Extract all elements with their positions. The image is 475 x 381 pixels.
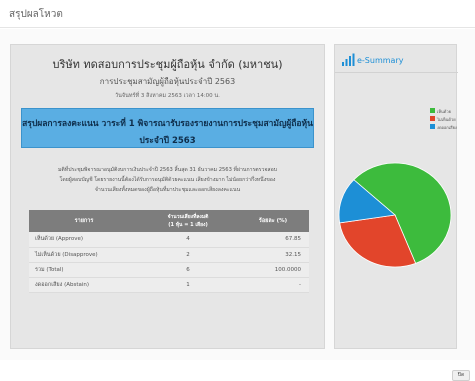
row-percent: 67.85: [237, 232, 309, 248]
modal-header: สรุปผลโหวต: [0, 0, 475, 28]
vote-results-table: รายการ จำนวนเสียงที่ลงมติ (1 หุ้น = 1 เส…: [29, 210, 309, 293]
row-percent: -: [237, 277, 309, 293]
row-votes: 4: [139, 232, 237, 248]
resolution-line-3: จำนวนเสียงทั้งหมดของผู้ถือหุ้นที่มาประชุ…: [94, 187, 241, 193]
table-row: รวม (Total) 6 100.0000: [29, 262, 309, 278]
close-button[interactable]: ปิด: [452, 370, 470, 381]
resolution-line-1: มติที่ประชุมพิจารณาอนุมัติงบการเงินประจำ…: [58, 167, 277, 173]
row-votes: 1: [139, 277, 237, 293]
header-votes-line-1: จำนวนเสียงที่ลงมติ: [167, 214, 209, 220]
header-percent: ร้อยละ (%): [237, 210, 309, 232]
e-summary-panel: e-Summary เห็นด้วย ไม่เห็นด้วย งดออกเสีย…: [334, 44, 458, 349]
header-item: รายการ: [29, 210, 139, 232]
meeting-date: วันจันทร์ที่ 3 สิงหาคม 2563 เวลา 14:00 น…: [115, 93, 220, 99]
resolution-line-2: โดยผู้สอบบัญชี โดยรายงานนี้ต้องได้รับการ…: [59, 177, 276, 183]
modal-footer: ปิด: [0, 360, 475, 381]
row-label: งดออกเสียง (Abstain): [29, 277, 139, 293]
meeting-name: การประชุมสามัญผู้ถือหุ้นประจำปี 2563: [99, 77, 236, 86]
agenda-title-box: สรุปผลการลงคะแนน วาระที่ 1 พิจารณารับรอง…: [21, 108, 314, 148]
modal-body: บริษัท ทดสอบการประชุมผู้ถือหุ้น จำกัด (ม…: [0, 29, 475, 360]
header-votes: จำนวนเสียงที่ลงมติ (1 หุ้น = 1 เสียง): [139, 210, 237, 232]
agenda-title-line-1: สรุปผลการลงคะแนน วาระที่ 1 พิจารณารับรอง…: [22, 119, 313, 129]
table-row: ไม่เห็นด้วย (Disapprove) 2 32.15: [29, 247, 309, 263]
header-votes-line-2: (1 หุ้น = 1 เสียง): [168, 222, 208, 228]
table-header-row: รายการ จำนวนเสียงที่ลงมติ (1 หุ้น = 1 เส…: [29, 210, 309, 232]
modal-title: สรุปผลโหวต: [9, 9, 63, 20]
resolution-text: มติที่ประชุมพิจารณาอนุมัติงบการเงินประจำ…: [25, 165, 310, 195]
table-row: งดออกเสียง (Abstain) 1 -: [29, 277, 309, 293]
row-votes: 2: [139, 247, 237, 263]
row-label: รวม (Total): [29, 262, 139, 278]
row-percent: 32.15: [237, 247, 309, 263]
company-name: บริษัท ทดสอบการประชุมผู้ถือหุ้น จำกัด (ม…: [52, 58, 283, 71]
row-percent: 100.0000: [237, 262, 309, 278]
vote-pie-chart: [338, 162, 452, 268]
table-row: เห็นด้วย (Approve) 4 67.85: [29, 232, 309, 248]
row-label: เห็นด้วย (Approve): [29, 232, 139, 248]
vote-report-panel: บริษัท ทดสอบการประชุมผู้ถือหุ้น จำกัด (ม…: [10, 44, 325, 349]
agenda-title-line-2: ประจำปี 2563: [139, 136, 196, 146]
row-label: ไม่เห็นด้วย (Disapprove): [29, 247, 139, 263]
row-votes: 6: [139, 262, 237, 278]
